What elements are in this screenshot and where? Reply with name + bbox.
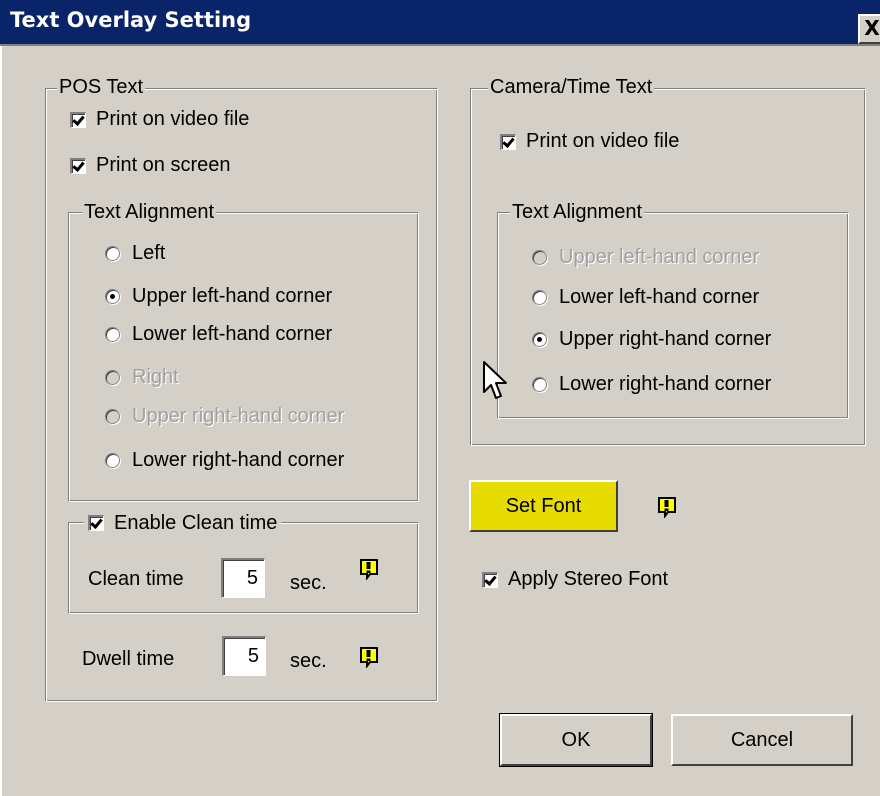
radio-label: Upper left-hand corner [559,246,760,268]
pos-align-right-radio: Right [105,366,179,389]
dwell-time-input[interactable] [222,636,266,676]
cancel-button[interactable]: Cancel [671,714,853,766]
info-icon[interactable] [358,646,380,668]
radio-button[interactable] [105,453,120,468]
camera-time-text-legend: Camera/Time Text [488,76,655,98]
info-icon[interactable] [358,558,380,580]
close-button[interactable]: X [858,14,880,44]
radio-label: Lower right-hand corner [559,373,772,395]
pos-text-legend: POS Text [57,76,146,98]
camera-align-upper-left-radio: Upper left-hand corner [532,246,759,269]
close-icon: X [864,16,880,40]
window-border [0,46,2,796]
camera-align-lower-right-radio[interactable]: Lower right-hand corner [532,373,771,396]
radio-button[interactable] [105,246,120,261]
clean-time-unit: sec. [290,572,327,594]
dwell-time-unit: sec. [290,650,327,672]
camera-align-upper-right-radio[interactable]: Upper right-hand corner [532,328,771,351]
checkbox-box[interactable] [88,515,104,531]
radio-button [105,370,120,385]
camera-print-video-file-label: Print on video file [526,130,680,152]
pos-alignment-legend: Text Alignment [82,201,217,223]
radio-button[interactable] [532,290,547,305]
clean-time-input[interactable] [221,558,265,598]
info-icon[interactable] [656,496,678,518]
radio-button[interactable] [105,289,120,304]
radio-button[interactable] [532,332,547,347]
pos-align-left-radio[interactable]: Left [105,242,165,265]
pos-print-screen-label: Print on screen [96,154,231,176]
pos-print-video-file-checkbox[interactable]: Print on video file [70,108,249,131]
pos-print-screen-checkbox[interactable]: Print on screen [70,154,231,177]
pos-print-video-file-label: Print on video file [96,108,250,130]
pos-align-upper-left-radio[interactable]: Upper left-hand corner [105,285,332,308]
camera-align-lower-left-radio[interactable]: Lower left-hand corner [532,286,759,309]
radio-label: Lower left-hand corner [132,323,333,345]
window-title: Text Overlay Setting [10,8,252,32]
radio-button [532,250,547,265]
radio-label: Right [132,366,179,388]
apply-stereo-font-label: Apply Stereo Font [508,568,669,590]
radio-button[interactable] [532,377,547,392]
radio-button [105,409,120,424]
checkbox-box[interactable] [500,133,516,150]
enable-clean-time-checkbox[interactable]: Enable Clean time [84,512,282,534]
camera-print-video-file-checkbox[interactable]: Print on video file [500,130,679,153]
radio-label: Upper right-hand corner [132,405,345,427]
checkbox-box[interactable] [70,111,86,128]
radio-button[interactable] [105,327,120,342]
radio-label: Upper right-hand corner [559,328,772,350]
set-font-button[interactable]: Set Font [469,480,618,532]
mouse-pointer-icon [483,361,507,399]
enable-clean-time-label: Enable Clean time [114,512,278,534]
radio-label: Lower left-hand corner [559,286,760,308]
clean-time-label: Clean time [88,568,184,590]
pos-align-lower-left-radio[interactable]: Lower left-hand corner [105,323,332,346]
dwell-time-label: Dwell time [82,648,175,670]
ok-button[interactable]: OK [499,713,653,767]
checkbox-box[interactable] [482,571,498,588]
title-bar: Text Overlay Setting X [0,0,880,46]
radio-label: Upper left-hand corner [132,285,333,307]
camera-alignment-legend: Text Alignment [510,201,645,223]
radio-label: Lower right-hand corner [132,449,345,471]
pos-align-lower-right-radio[interactable]: Lower right-hand corner [105,449,344,472]
radio-label: Left [132,242,166,264]
checkbox-box[interactable] [70,157,86,174]
pos-align-upper-right-radio: Upper right-hand corner [105,405,344,428]
apply-stereo-font-checkbox[interactable]: Apply Stereo Font [482,568,668,591]
